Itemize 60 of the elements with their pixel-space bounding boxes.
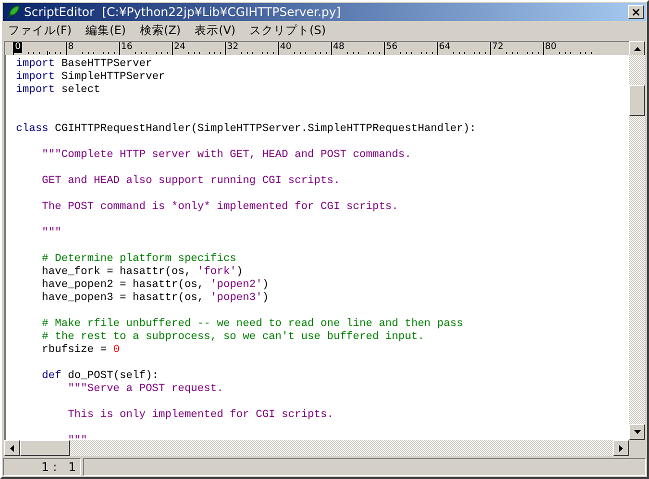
ruler-label: 0 bbox=[14, 42, 22, 53]
code-string: 'popen2' bbox=[210, 279, 262, 291]
code-text: select bbox=[60, 84, 100, 96]
code-string: """ bbox=[42, 227, 62, 239]
code-text: have_popen3 = hasattr(os, bbox=[42, 292, 205, 304]
code-keyword: import bbox=[16, 71, 55, 83]
ruler-label: 8 bbox=[67, 42, 75, 53]
code-string: 'popen3' bbox=[210, 292, 262, 304]
menu-item[interactable]: 検索(Z) bbox=[140, 23, 181, 38]
scroll-thumb[interactable] bbox=[629, 85, 645, 116]
code-string: 'fork' bbox=[197, 266, 236, 278]
ruler-label: 56 bbox=[385, 42, 398, 53]
code-string: """ bbox=[68, 435, 88, 440]
ruler-label: 64 bbox=[438, 42, 452, 53]
ruler-label: 16 bbox=[120, 42, 134, 53]
window-title: ScriptEditor [C:¥Python22jp¥Lib¥CGIHTTPServer.py] bbox=[24, 5, 342, 19]
menu-item[interactable]: スクリプト(S) bbox=[250, 23, 326, 38]
cursor-position: 1 : 1 bbox=[3, 458, 81, 476]
scroll-down-button[interactable] bbox=[629, 424, 645, 440]
down-arrow-icon bbox=[634, 430, 640, 434]
code-text: ) bbox=[262, 292, 269, 304]
ruler-label: 32 bbox=[226, 42, 240, 53]
ruler-label: 24 bbox=[173, 42, 186, 53]
code-text: have_fork = hasattr(os, bbox=[42, 266, 192, 278]
code-comment: # the rest to a subprocess, so we can't use buffered input. bbox=[42, 331, 424, 343]
scroll-thumb[interactable] bbox=[20, 440, 70, 456]
menu-item[interactable]: ファイル(F) bbox=[8, 23, 72, 38]
menu-item[interactable]: 表示(V) bbox=[194, 23, 236, 38]
code-comment: # Determine platform specifics bbox=[42, 253, 236, 265]
code-keyword: import bbox=[16, 84, 55, 96]
code-string: """Complete HTTP server with GET, HEAD and POST commands. bbox=[42, 149, 412, 161]
code-comment: # Make rfile unbuffered -- we need to read one line and then pass bbox=[42, 318, 464, 330]
code-text: ) bbox=[262, 279, 269, 291]
scroll-left-button[interactable] bbox=[4, 440, 20, 456]
ruler-label: 72 bbox=[491, 42, 504, 53]
leaf-icon bbox=[5, 4, 21, 20]
code-text: ) bbox=[236, 266, 243, 278]
scroll-right-button[interactable] bbox=[613, 440, 629, 456]
code-number: 0 bbox=[113, 344, 120, 356]
code-text: have_popen2 = hasattr(os, bbox=[42, 279, 205, 291]
code-text: BaseHTTPServer bbox=[60, 58, 152, 70]
code-text: do_POST(self): bbox=[66, 370, 159, 382]
up-arrow-icon bbox=[634, 47, 640, 51]
code-string: """Serve a POST request. bbox=[68, 383, 224, 395]
right-arrow-icon bbox=[619, 444, 623, 452]
ruler-label: 80 bbox=[544, 42, 558, 53]
code-string: This is only implemented for CGI scripts. bbox=[68, 409, 334, 421]
code-text: SimpleHTTPServer bbox=[60, 71, 166, 83]
left-arrow-icon bbox=[10, 444, 14, 452]
code-string: The POST command is *only* implemented for CGI scripts. bbox=[42, 201, 398, 213]
code-keyword: import bbox=[16, 58, 55, 70]
close-button[interactable]: × bbox=[628, 5, 644, 19]
code-text: rbufsize = bbox=[42, 344, 108, 356]
code-keyword: class bbox=[16, 123, 48, 135]
code-keyword: def bbox=[42, 370, 62, 382]
code-text: CGIHTTPRequestHandler(SimpleHTTPServer.SimpleHTTPRequestHandler): bbox=[54, 123, 476, 135]
code-string: GET and HEAD also support running CGI scripts. bbox=[42, 175, 340, 187]
menu-item[interactable]: 編集(E) bbox=[86, 23, 126, 38]
ruler-label: 48 bbox=[332, 42, 346, 53]
ruler-label: 40 bbox=[279, 42, 292, 53]
